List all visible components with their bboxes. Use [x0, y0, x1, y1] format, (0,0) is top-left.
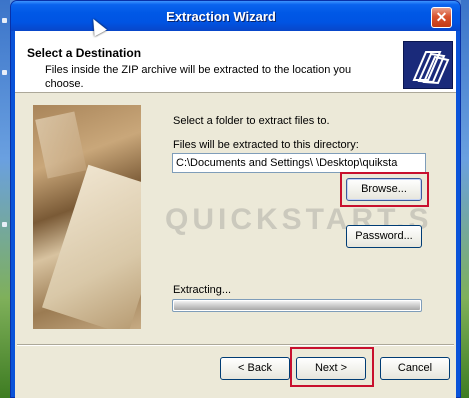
close-icon: ✕: [435, 9, 448, 25]
desktop-right-strip: [461, 0, 469, 398]
wizard-side-image: [33, 105, 141, 329]
destination-path-input[interactable]: C:\Documents and Settings\ \Desktop\quik…: [172, 153, 426, 173]
footer-separator: [17, 344, 454, 346]
window-title: Extraction Wizard: [166, 9, 276, 24]
select-folder-prompt: Select a folder to extract files to.: [173, 115, 330, 127]
desktop-icon-fragment: [2, 222, 7, 227]
directory-label: Files will be extracted to this director…: [173, 139, 359, 151]
next-button[interactable]: Next >: [296, 357, 366, 380]
browse-button[interactable]: Browse...: [346, 178, 422, 201]
wizard-client-area: Select a Destination Files inside the ZI…: [15, 31, 456, 398]
extraction-progress-bar: [172, 299, 422, 312]
password-button[interactable]: Password...: [346, 225, 422, 248]
page-subtitle: Files inside the ZIP archive will be ext…: [45, 64, 352, 90]
close-button[interactable]: ✕: [431, 7, 452, 28]
desktop-left-strip: [0, 0, 10, 398]
wizard-header: Select a Destination Files inside the ZI…: [15, 31, 456, 93]
back-button[interactable]: < Back: [220, 357, 290, 380]
progress-fill: [174, 301, 420, 310]
desktop-icon-fragment: [2, 18, 7, 23]
title-bar[interactable]: Extraction Wizard ✕: [11, 1, 460, 31]
desktop-icon-fragment: [2, 70, 7, 75]
page-title: Select a Destination: [27, 46, 142, 60]
folder-stack-icon: [403, 41, 453, 89]
extracting-label: Extracting...: [173, 284, 232, 296]
extraction-wizard-window: Extraction Wizard ✕ Select a Destination…: [10, 0, 461, 398]
cancel-button[interactable]: Cancel: [380, 357, 450, 380]
